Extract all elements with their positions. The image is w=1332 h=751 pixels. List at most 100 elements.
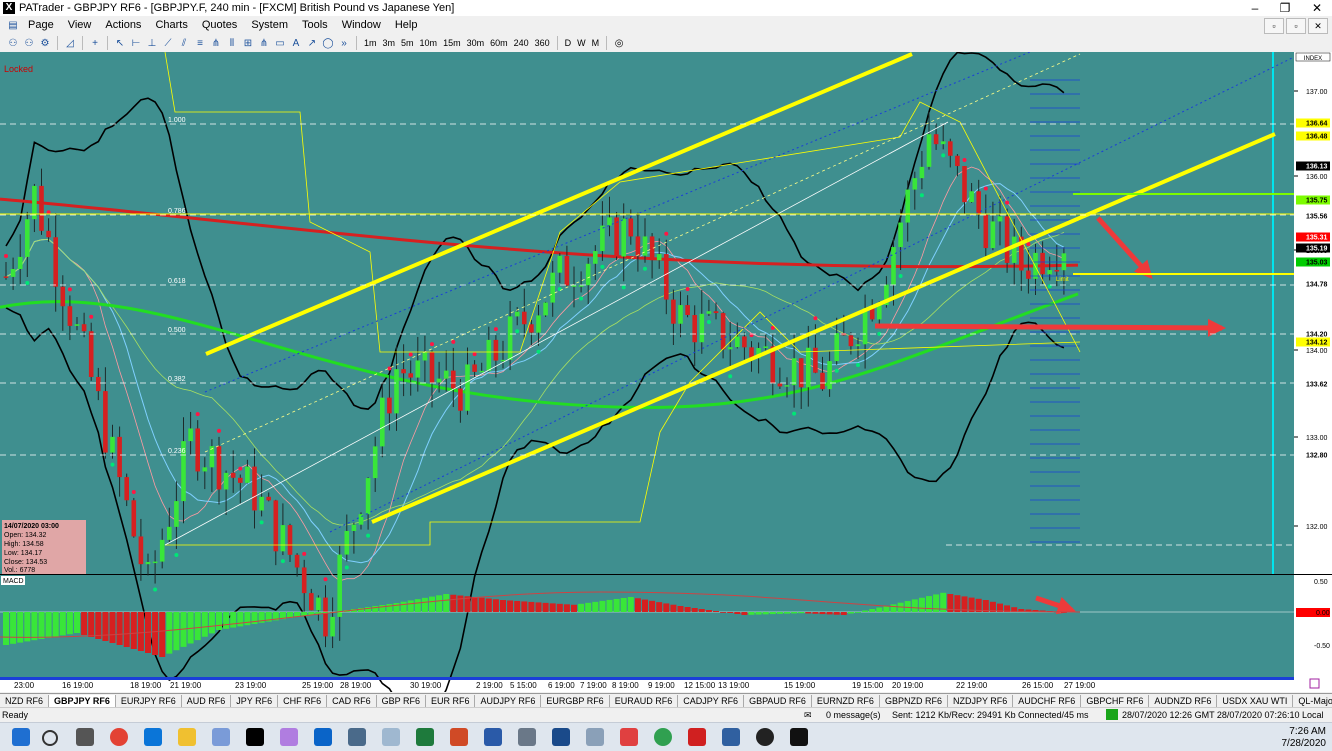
app-icon[interactable] — [212, 728, 230, 746]
app-icon[interactable] — [518, 728, 536, 746]
symbol-tab[interactable]: CADJPY RF6 — [678, 694, 745, 708]
symbol-tab[interactable]: EURNZD RF6 — [812, 694, 880, 708]
symbol-tab[interactable]: CHF RF6 — [278, 694, 328, 708]
chart-window[interactable]: 1.000 0.786 0.618 0.500 0.382 0.236 Limit 137.0… — [0, 51, 1332, 718]
timeframe-60m[interactable]: 60m — [487, 38, 511, 48]
maximize-button[interactable]: ❐ — [1270, 0, 1300, 16]
chrome-icon[interactable] — [110, 728, 128, 746]
menu-charts[interactable]: Charts — [148, 19, 194, 31]
symbol-tab[interactable]: AUDNZD RF6 — [1149, 694, 1218, 708]
rectangle-icon[interactable]: ▭ — [273, 36, 287, 50]
symbol-tab[interactable]: NZD RF6 — [0, 694, 49, 708]
symbol-tab[interactable]: EURAUD RF6 — [610, 694, 679, 708]
timeframe-monthly[interactable]: M — [589, 38, 603, 48]
mdi-minimize-button[interactable]: ▫ — [1264, 18, 1284, 34]
symbol-tab[interactable]: GBPCHF RF6 — [1081, 694, 1150, 708]
symbol-tab[interactable]: EUR RF6 — [426, 694, 476, 708]
app-icon[interactable] — [756, 728, 774, 746]
symbol-tab[interactable]: AUDJPY RF6 — [475, 694, 542, 708]
status-messages[interactable]: 0 message(s) — [826, 710, 881, 720]
vertical-line-icon[interactable]: ⊥ — [145, 36, 159, 50]
menu-window[interactable]: Window — [335, 19, 388, 31]
timeframe-240[interactable]: 240 — [511, 38, 532, 48]
fib-fan-icon[interactable]: ⋔ — [209, 36, 223, 50]
sync-icon[interactable]: ◎ — [612, 36, 626, 50]
timeframe-3m[interactable]: 3m — [380, 38, 399, 48]
macd-bar — [592, 601, 599, 612]
line-chart-icon[interactable]: ◿ — [63, 36, 77, 50]
symbol-tab[interactable]: GBPAUD RF6 — [744, 694, 812, 708]
start-icon[interactable] — [12, 728, 30, 746]
timeframe-daily[interactable]: D — [562, 38, 575, 48]
menu-help[interactable]: Help — [388, 19, 425, 31]
search-icon[interactable] — [42, 730, 58, 746]
price-chart[interactable]: 1.0000.7860.6180.5000.3820.236Limit137.0… — [0, 51, 1332, 718]
app-icon[interactable] — [722, 728, 740, 746]
trend-line-icon[interactable]: ⟋ — [161, 36, 175, 50]
excel-icon[interactable] — [416, 728, 434, 746]
app-icon[interactable] — [654, 728, 672, 746]
more-tools-icon[interactable]: » — [337, 36, 351, 50]
symbol-tab[interactable]: USDX XAU WTI — [1217, 694, 1294, 708]
channel-icon[interactable]: ⫽ — [177, 36, 191, 50]
menu-tools[interactable]: Tools — [295, 19, 335, 31]
crosshair-icon[interactable]: + — [88, 36, 102, 50]
symbol-tab[interactable]: GBPJPY RF6 — [49, 694, 116, 708]
symbol-tab[interactable]: AUDCHF RF6 — [1013, 694, 1082, 708]
cursor-icon[interactable]: ↖ — [113, 36, 127, 50]
menu-view[interactable]: View — [61, 19, 99, 31]
symbol-tab[interactable]: EURGBP RF6 — [541, 694, 610, 708]
timeframe-360[interactable]: 360 — [532, 38, 553, 48]
app-icon[interactable] — [552, 728, 570, 746]
timeframe-15m[interactable]: 15m — [440, 38, 464, 48]
app-icon[interactable] — [382, 728, 400, 746]
arrow-tool-icon[interactable]: ↗ — [305, 36, 319, 50]
app-icon[interactable] — [620, 728, 638, 746]
menu-page[interactable]: Page — [21, 19, 61, 31]
text-tool-icon[interactable]: A — [289, 36, 303, 50]
symbol-tab[interactable]: AUD RF6 — [182, 694, 232, 708]
timeframe-1m[interactable]: 1m — [361, 38, 380, 48]
macd-bar — [684, 607, 691, 612]
ellipse-icon[interactable]: ◯ — [321, 36, 335, 50]
app-icon[interactable] — [790, 728, 808, 746]
mdi-restore-button[interactable]: ▫ — [1286, 18, 1306, 34]
taskbar-clock[interactable]: 7:26 AM 7/28/2020 — [1282, 726, 1327, 750]
chart-type-icon[interactable]: ⚙ — [38, 36, 52, 50]
timeframe-30m[interactable]: 30m — [464, 38, 488, 48]
gann-icon[interactable]: ⊞ — [241, 36, 255, 50]
symbol-tab[interactable]: EURJPY RF6 — [116, 694, 182, 708]
patrader-icon[interactable] — [246, 728, 264, 746]
word-icon[interactable] — [484, 728, 502, 746]
outlook-icon[interactable] — [314, 728, 332, 746]
app-icon[interactable] — [280, 728, 298, 746]
chart-group-icon[interactable]: ⚇ — [6, 36, 20, 50]
symbol-tab[interactable]: GBPNZD RF6 — [880, 694, 948, 708]
timeframe-10m[interactable]: 10m — [417, 38, 441, 48]
horizontal-line-icon[interactable]: ⊢ — [129, 36, 143, 50]
symbol-tab[interactable]: QL-Majors — [1293, 695, 1332, 708]
fibonacci-icon[interactable]: ≡ — [193, 36, 207, 50]
file-explorer-icon[interactable] — [178, 728, 196, 746]
menu-system[interactable]: System — [244, 19, 295, 31]
close-button[interactable]: ✕ — [1302, 0, 1332, 16]
task-view-icon[interactable] — [76, 728, 94, 746]
minimize-button[interactable]: – — [1240, 0, 1270, 16]
symbol-tab[interactable]: NZDJPY RF6 — [948, 694, 1014, 708]
chart-group2-icon[interactable]: ⚇ — [22, 36, 36, 50]
symbol-tab[interactable]: JPY RF6 — [231, 694, 279, 708]
calculator-icon[interactable] — [348, 728, 366, 746]
timeframe-weekly[interactable]: W — [574, 38, 589, 48]
app-icon[interactable] — [586, 728, 604, 746]
symbol-tab[interactable]: GBP RF6 — [377, 694, 426, 708]
timeframe-5m[interactable]: 5m — [398, 38, 417, 48]
powerpoint-icon[interactable] — [450, 728, 468, 746]
menu-quotes[interactable]: Quotes — [195, 19, 244, 31]
app-icon[interactable] — [688, 728, 706, 746]
pitchfork-icon[interactable]: ⋔ — [257, 36, 271, 50]
mdi-close-button[interactable]: ✕ — [1308, 18, 1328, 34]
symbol-tab[interactable]: CAD RF6 — [327, 694, 377, 708]
fib-time-icon[interactable]: ⫴ — [225, 36, 239, 50]
menu-actions[interactable]: Actions — [98, 19, 148, 31]
edge-icon[interactable] — [144, 728, 162, 746]
